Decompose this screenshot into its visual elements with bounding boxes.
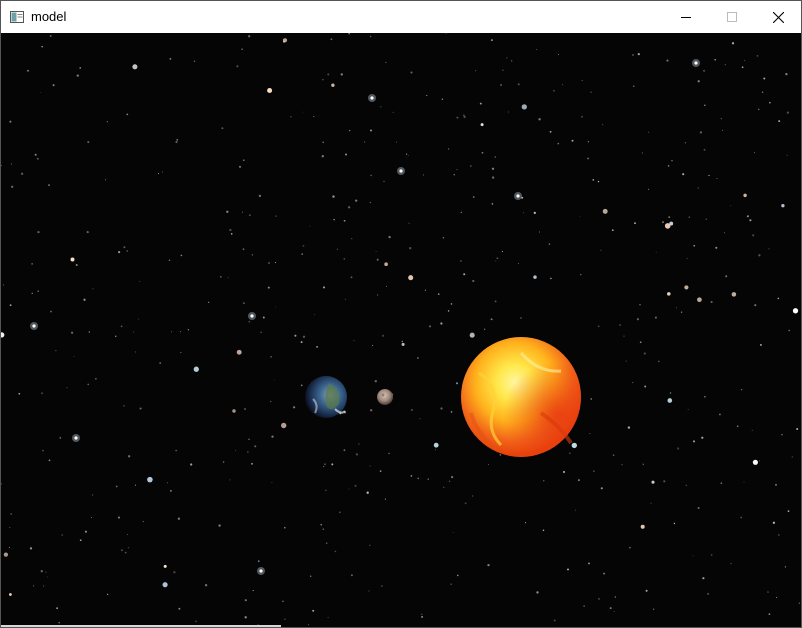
scene-bodies	[305, 337, 581, 457]
app-window-icon	[10, 11, 24, 23]
close-icon	[772, 11, 784, 23]
title-bar[interactable]: model	[1, 1, 801, 33]
earth	[305, 376, 347, 418]
minimize-icon	[681, 12, 691, 22]
app-window: model	[0, 0, 802, 628]
render-viewport[interactable]	[1, 33, 801, 627]
window-title: model	[31, 9, 67, 24]
close-button[interactable]	[755, 1, 801, 33]
minimize-button[interactable]	[663, 1, 709, 33]
moon	[377, 389, 393, 405]
bottom-edge	[1, 625, 281, 627]
maximize-button[interactable]	[709, 1, 755, 33]
maximize-icon	[727, 12, 737, 22]
sun	[461, 337, 581, 457]
